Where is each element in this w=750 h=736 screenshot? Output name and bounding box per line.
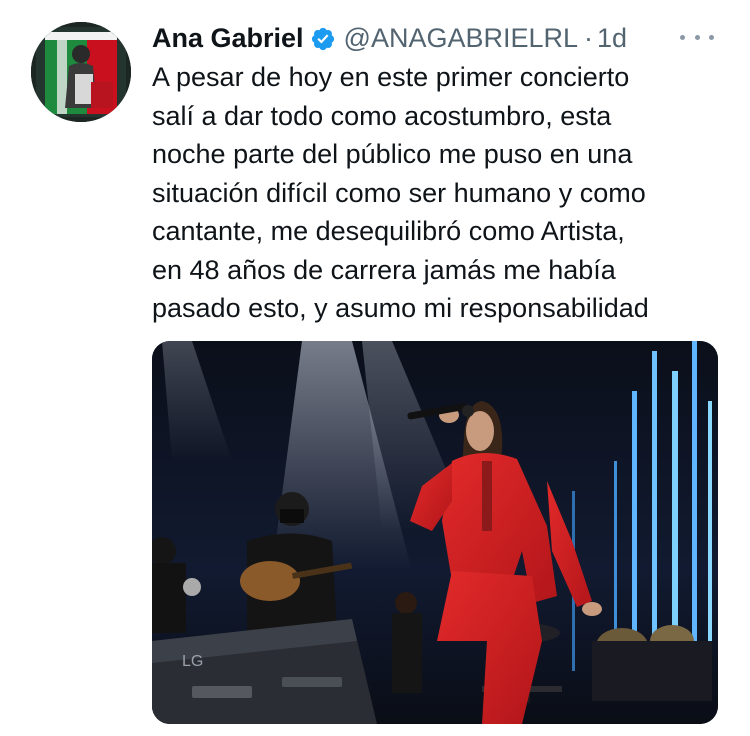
keyboard-brand-label: LG <box>182 653 203 670</box>
tweet[interactable]: Ana Gabriel @ANAGABRIELRL · 1d A pesar d… <box>0 0 750 736</box>
profile-avatar[interactable] <box>31 22 131 122</box>
concert-photo: LG <box>152 341 718 724</box>
tweet-header: Ana Gabriel @ANAGABRIELRL · 1d <box>152 20 627 56</box>
tweet-media-photo[interactable]: LG <box>152 341 718 724</box>
separator-dot: · <box>584 23 594 53</box>
timestamp[interactable]: 1d <box>597 20 627 56</box>
user-handle[interactable]: @ANAGABRIELRL <box>344 20 578 56</box>
tweet-text-line: A pesar de hoy en este primer concierto <box>152 62 630 92</box>
more-dot <box>709 34 714 40</box>
tweet-text-line: situación difícil como ser humano y como <box>152 177 646 208</box>
tweet-text-line: en 48 años de carrera jamás me había <box>152 254 616 285</box>
tweet-text-line: noche parte del público me puso en una <box>152 139 633 169</box>
avatar-image <box>31 22 131 122</box>
tweet-text-line: cantante, me desequilibró como Artista, <box>152 216 625 246</box>
tweet-text-line: salí a dar todo como acostumbro, esta <box>152 100 612 131</box>
tweet-text: A pesar de hoy en este primer concierto … <box>152 58 727 328</box>
tweet-text-line: pasado esto, y asumo mi responsabilidad <box>152 293 649 323</box>
verified-badge-icon <box>310 25 336 51</box>
more-options-icon[interactable] <box>680 30 714 44</box>
more-dot <box>694 34 700 40</box>
more-dot <box>680 34 685 40</box>
display-name[interactable]: Ana Gabriel <box>152 20 304 56</box>
